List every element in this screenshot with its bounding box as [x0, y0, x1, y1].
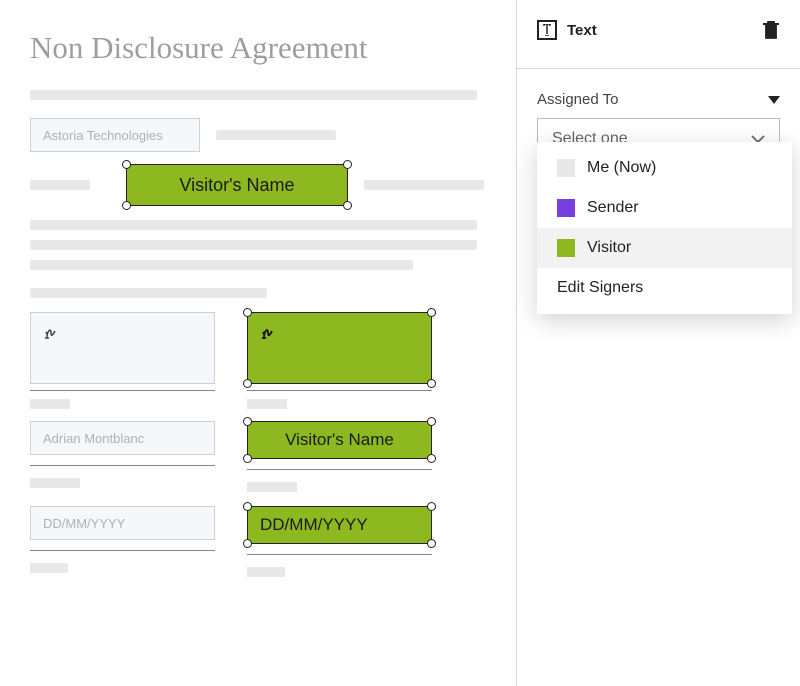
dropdown-option-me[interactable]: Me (Now) — [537, 148, 792, 188]
resize-handle[interactable] — [427, 539, 436, 548]
dropdown-edit-signers[interactable]: Edit Signers — [537, 268, 792, 308]
resize-handle[interactable] — [243, 454, 252, 463]
resize-handle[interactable] — [343, 201, 352, 210]
underline — [30, 550, 215, 551]
text-line — [30, 260, 413, 270]
resize-handle[interactable] — [243, 539, 252, 548]
resize-handle[interactable] — [427, 308, 436, 317]
text-line — [364, 180, 484, 190]
trash-icon[interactable] — [762, 20, 780, 40]
text-field-icon — [537, 20, 557, 40]
text-line — [247, 399, 287, 409]
option-label: Sender — [587, 199, 639, 217]
assigned-to-label: Assigned To — [537, 91, 618, 108]
underline — [247, 469, 432, 470]
field-label: Visitor's Name — [179, 175, 294, 196]
visitor-name-field[interactable]: Visitor's Name — [126, 164, 348, 206]
resize-handle[interactable] — [243, 417, 252, 426]
field-label: Visitor's Name — [285, 430, 394, 450]
resize-handle[interactable] — [427, 379, 436, 388]
resize-handle[interactable] — [243, 502, 252, 511]
resize-handle[interactable] — [427, 417, 436, 426]
text-line — [30, 563, 68, 573]
resize-handle[interactable] — [122, 201, 131, 210]
underline — [30, 390, 215, 391]
color-swatch-gray — [557, 159, 575, 177]
resize-handle[interactable] — [427, 454, 436, 463]
collapse-icon — [768, 96, 780, 104]
text-line — [247, 482, 297, 492]
option-label: Edit Signers — [557, 279, 643, 297]
divider — [517, 68, 800, 69]
option-label: Me (Now) — [587, 159, 656, 177]
signature-icon — [43, 323, 73, 343]
dropdown-option-visitor[interactable]: Visitor — [537, 228, 792, 268]
text-line — [30, 478, 80, 488]
underline — [247, 554, 432, 555]
resize-handle[interactable] — [243, 379, 252, 388]
dropdown-option-sender[interactable]: Sender — [537, 188, 792, 228]
assigned-to-section[interactable]: Assigned To — [537, 91, 780, 108]
visitor-name-small-field[interactable]: Visitor's Name — [247, 421, 432, 459]
company-input[interactable]: Astoria Technologies — [30, 118, 200, 152]
signature-icon — [260, 323, 290, 343]
resize-handle[interactable] — [243, 308, 252, 317]
resize-handle[interactable] — [343, 160, 352, 169]
resize-handle[interactable] — [427, 502, 436, 511]
color-swatch-purple — [557, 199, 575, 217]
text-line — [30, 220, 477, 230]
option-label: Visitor — [587, 239, 631, 257]
signature-box-visitor[interactable] — [247, 312, 432, 384]
resize-handle[interactable] — [122, 160, 131, 169]
document-title: Non Disclosure Agreement — [30, 30, 486, 66]
properties-panel: Text Assigned To Select one Me (Now) — [516, 0, 800, 686]
text-line — [30, 180, 90, 190]
text-line — [216, 130, 336, 140]
text-line — [30, 399, 70, 409]
text-line — [247, 567, 285, 577]
text-line — [30, 240, 477, 250]
assignee-dropdown: Me (Now) Sender Visitor Edit Signers — [537, 142, 792, 314]
field-label: DD/MM/YYYY — [260, 515, 368, 535]
text-line — [30, 288, 267, 298]
properties-title: Text — [567, 22, 597, 39]
date-input[interactable]: DD/MM/YYYY — [30, 506, 215, 540]
color-swatch-green — [557, 239, 575, 257]
text-line — [30, 90, 477, 100]
signature-box-sender[interactable] — [30, 312, 215, 384]
name-input[interactable]: Adrian Montblanc — [30, 421, 215, 455]
underline — [247, 390, 432, 391]
underline — [30, 465, 215, 466]
document-panel: Non Disclosure Agreement Astoria Technol… — [0, 0, 516, 686]
visitor-date-field[interactable]: DD/MM/YYYY — [247, 506, 432, 544]
